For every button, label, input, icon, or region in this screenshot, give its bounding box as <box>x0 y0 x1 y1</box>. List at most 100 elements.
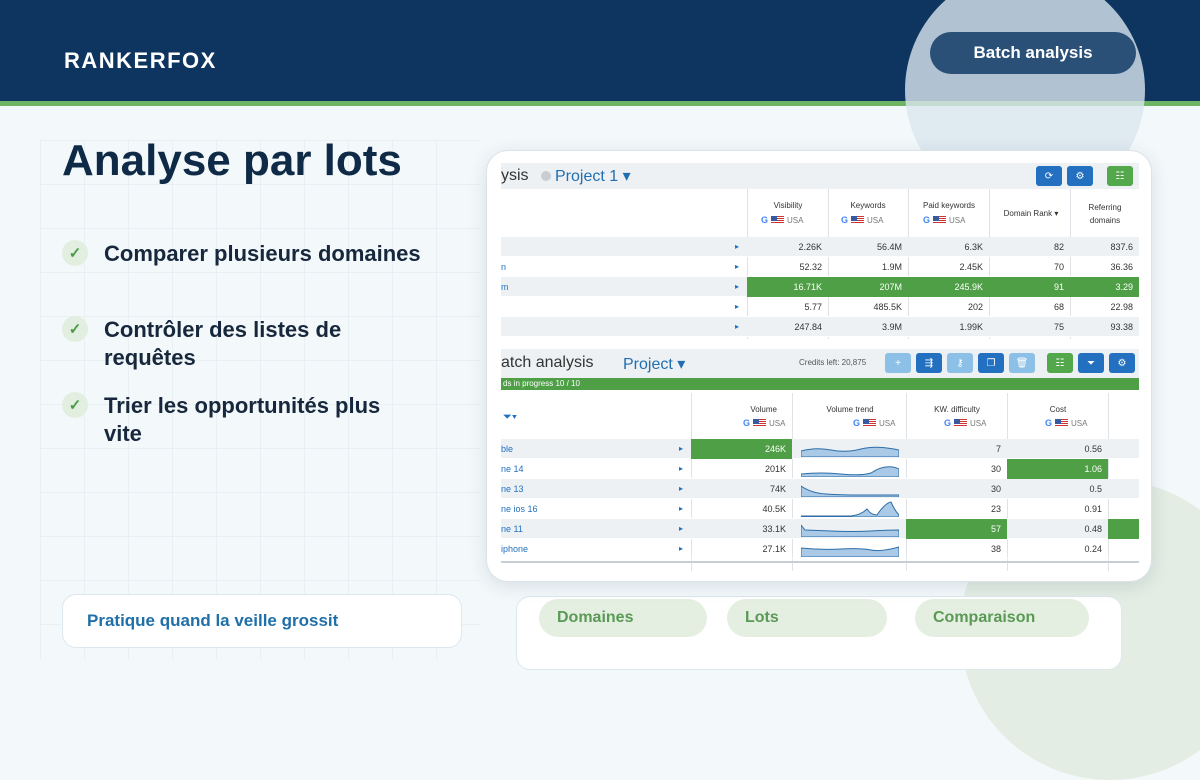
app-screenshot: ysis Project 1 ▾ ⟳ ⚙ ☷ Visibility G USA K… <box>501 163 1139 571</box>
col-header-volume[interactable]: Volume <box>697 405 787 414</box>
region-label: USA <box>867 215 884 225</box>
settings-icon[interactable]: ⚙ <box>1109 353 1135 373</box>
tag-comparaison[interactable]: Comparaison <box>915 599 1089 637</box>
col-header-paid-keywords[interactable]: Paid keywords <box>911 201 987 210</box>
row-keyword[interactable]: ne 14 <box>501 459 524 479</box>
region-label: USA <box>1071 418 1088 428</box>
table-row[interactable]: ne 14 ▸ 201K 30 1.06 <box>501 459 1139 479</box>
filter-icon[interactable]: ⏷ <box>1078 353 1104 373</box>
col-header-volume-trend[interactable]: Volume trend <box>797 405 903 414</box>
cell-paid-keywords: 2.45K <box>959 262 983 272</box>
brand-logo[interactable]: RANKERFOX <box>64 48 217 74</box>
region-label: USA <box>879 418 896 428</box>
expand-arrow-icon[interactable]: ▸ <box>679 459 683 479</box>
google-icon: G <box>841 215 849 225</box>
expand-arrow-icon[interactable]: ▸ <box>735 277 739 297</box>
flag-row: G USA <box>841 215 883 225</box>
table-row[interactable]: ble ▸ 246K 7 0.56 <box>501 439 1139 459</box>
expand-arrow-icon[interactable]: ▸ <box>679 499 683 519</box>
table-row[interactable]: iphone ▸ 27.1K 38 0.24 <box>501 539 1139 559</box>
col-header-keywords[interactable]: Keywords <box>831 201 905 210</box>
table-row[interactable]: ne ios 16 ▸ 40.5K 23 0.91 <box>501 499 1139 519</box>
row-keyword[interactable]: ne 13 <box>501 479 524 499</box>
expand-arrow-icon[interactable]: ▸ <box>735 317 739 337</box>
expand-arrow-icon[interactable]: ▸ <box>679 479 683 499</box>
cell-volume: 27.1K <box>762 544 786 554</box>
feature-item: ✓ Contrôler des listes de requêtes <box>62 316 404 372</box>
cell-kw-difficulty: 30 <box>990 464 1001 474</box>
cell-domain-rank: 70 <box>1053 262 1064 272</box>
us-flag-icon <box>863 419 877 427</box>
cell-volume: 74K <box>769 484 786 494</box>
tag-lots[interactable]: Lots <box>727 599 887 637</box>
bottom-panel-header: atch analysis Project ▾ Credits left: 20… <box>501 349 1139 378</box>
col-header-referring-domains[interactable]: Referring domains <box>1073 201 1137 227</box>
row-keyword[interactable]: m <box>501 277 509 297</box>
table-row[interactable]: ne 13 ▸ 74K 30 0.5 <box>501 479 1139 499</box>
table-row[interactable]: m ▸ 16.71K 207M 245.9K 91 3.29 <box>501 277 1139 297</box>
cell-cost: 0.56 <box>1084 444 1102 454</box>
region-label: USA <box>949 215 966 225</box>
row-keyword[interactable]: ne ios 16 <box>501 499 538 519</box>
batch-analysis-button[interactable]: Batch analysis <box>930 32 1136 74</box>
table-row[interactable]: ▸ 5.77 485.5K 202 68 22.98 <box>501 297 1139 317</box>
refresh-icon[interactable]: ⟳ <box>1036 166 1062 186</box>
col-header-cost[interactable]: Cost <box>1011 405 1105 414</box>
table-row[interactable]: ne 11 ▸ 33.1K 57 0.48 <box>501 519 1139 539</box>
cell-volume: 201K <box>764 464 786 474</box>
table-row[interactable]: ▸ 2.26K 56.4M 6.3K 82 837.6 <box>501 237 1139 257</box>
expand-arrow-icon[interactable]: ▸ <box>735 237 739 257</box>
expand-arrow-icon[interactable]: ▸ <box>679 539 683 559</box>
settings-icon[interactable]: ⚙ <box>1067 166 1093 186</box>
project-selector[interactable]: Project 1 ▾ <box>555 166 631 186</box>
cell-kw-difficulty: 23 <box>990 504 1001 514</box>
cell-visibility: 247.84 <box>794 322 822 332</box>
google-icon: G <box>853 418 861 428</box>
flag-row: G USA <box>1045 418 1087 428</box>
check-icon: ✓ <box>62 240 88 266</box>
row-keyword[interactable]: ne 11 <box>501 519 523 539</box>
cell-keywords: 1.9M <box>881 262 902 272</box>
expand-arrow-icon[interactable]: ▸ <box>679 519 683 539</box>
expand-arrow-icon[interactable]: ▸ <box>679 439 683 459</box>
key-icon[interactable]: ⚷ <box>947 353 973 373</box>
volume-trend-sparkline <box>801 466 899 477</box>
cell-kw-difficulty: 7 <box>995 444 1001 454</box>
trash-icon[interactable]: 🗑 <box>1009 353 1035 373</box>
bottom-panel-title: atch analysis <box>501 354 594 371</box>
row-keyword[interactable]: ble <box>501 439 513 459</box>
cell-cost: 0.24 <box>1084 544 1102 554</box>
col-header-kw-difficulty[interactable]: KW. difficulty <box>911 405 1003 414</box>
row-keyword[interactable]: iphone <box>501 539 528 559</box>
cell-kw-difficulty: 30 <box>990 484 1001 494</box>
expand-arrow-icon[interactable]: ▸ <box>735 297 739 317</box>
col-header-domain-rank[interactable]: Domain Rank ▾ <box>993 209 1069 218</box>
row-keyword[interactable]: n <box>501 257 506 277</box>
cell-keywords: 56.4M <box>876 242 902 252</box>
expand-arrow-icon[interactable]: ▸ <box>735 257 739 277</box>
tag-domaines[interactable]: Domaines <box>539 599 707 637</box>
cell-referring-domains: 93.38 <box>1110 322 1133 332</box>
cell-volume: 246K <box>691 439 792 459</box>
region-label: USA <box>769 418 786 428</box>
feature-item: ✓ Trier les opportunités plus vite <box>62 392 424 448</box>
columns-icon[interactable]: ☷ <box>1047 353 1073 373</box>
scrollbar[interactable] <box>501 561 1139 563</box>
cell-keywords: 3.9M <box>881 322 902 332</box>
table-row[interactable]: n ▸ 52.32 1.9M 2.45K 70 36.36 <box>501 257 1139 277</box>
add-icon[interactable]: + <box>885 353 911 373</box>
cell-domain-rank: 82 <box>1053 242 1064 252</box>
add-list-icon[interactable]: ⇶ <box>916 353 942 373</box>
project-selector[interactable]: Project ▾ <box>623 354 685 374</box>
volume-trend-sparkline <box>801 501 899 517</box>
table-row[interactable]: ▸ 247.84 3.9M 1.99K 75 93.38 <box>501 317 1139 337</box>
us-flag-icon <box>753 419 767 427</box>
columns-icon[interactable]: ☷ <box>1107 166 1133 186</box>
flag-row: G USA <box>761 215 803 225</box>
cell-referring-domains: 36.36 <box>1110 262 1133 272</box>
col-header-visibility[interactable]: Visibility <box>751 201 825 210</box>
filter-icon[interactable]: ⏷▾ <box>503 411 517 424</box>
copy-icon[interactable]: ❐ <box>978 353 1004 373</box>
progress-bar: ds in progress 10 / 10 <box>501 378 1139 390</box>
check-icon: ✓ <box>62 392 88 418</box>
